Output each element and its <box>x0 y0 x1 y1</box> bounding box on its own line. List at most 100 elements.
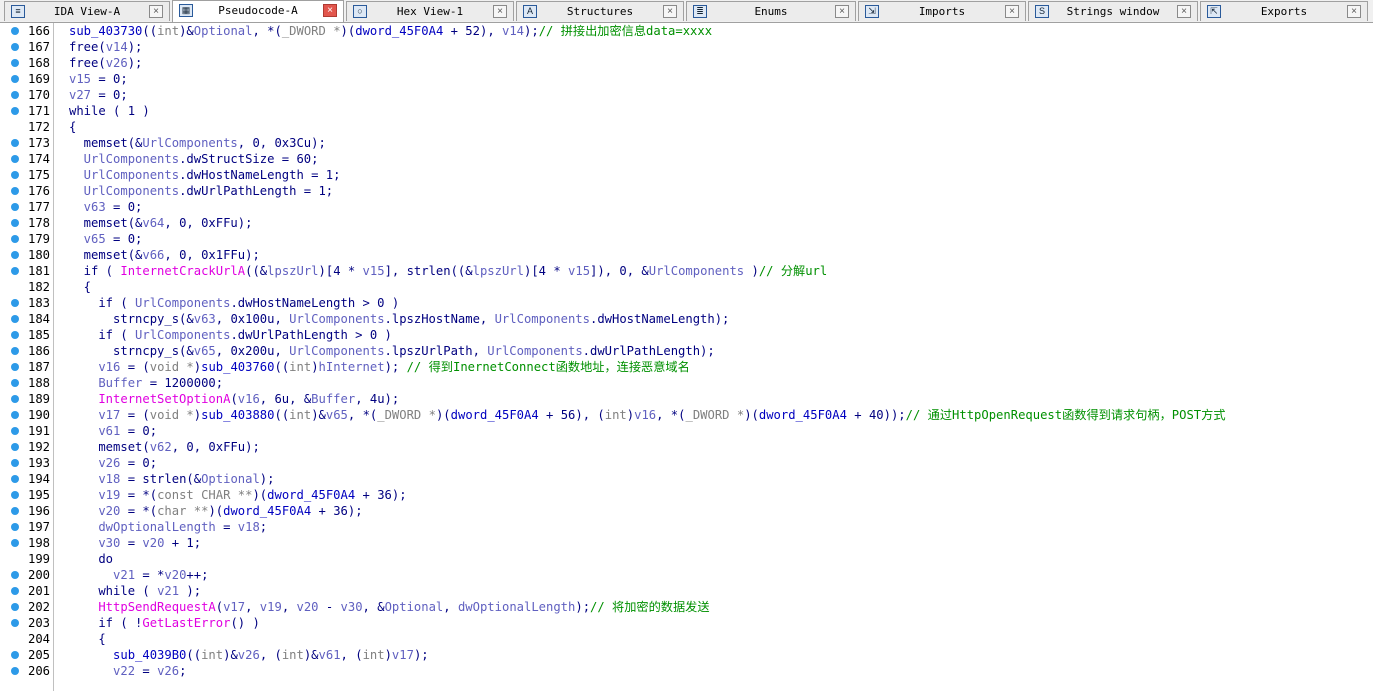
breakpoint-dot-icon[interactable] <box>11 363 19 371</box>
breakpoint-dot-icon[interactable] <box>11 43 19 51</box>
code-line[interactable]: 202 HttpSendRequestA(v17, v19, v20 - v30… <box>0 599 1373 615</box>
code-line[interactable]: 184 strncpy_s(&v63, 0x100u, UrlComponent… <box>0 311 1373 327</box>
tab-hex-view-1[interactable]: ○ Hex View-1 × <box>346 1 514 21</box>
code-line[interactable]: 174 UrlComponents.dwStructSize = 60; <box>0 151 1373 167</box>
code-line[interactable]: 201 while ( v21 ); <box>0 583 1373 599</box>
tab-imports[interactable]: ⇲ Imports × <box>858 1 1026 21</box>
breakpoint-dot-icon[interactable] <box>11 155 19 163</box>
code-line[interactable]: 193 v26 = 0; <box>0 455 1373 471</box>
code-text[interactable]: v22 = v26; <box>69 663 186 679</box>
code-text[interactable]: v21 = *v20++; <box>69 567 208 583</box>
tab-exports[interactable]: ⇱ Exports × <box>1200 1 1368 21</box>
code-line[interactable]: 190 v17 = (void *)sub_403880((int)&v65, … <box>0 407 1373 423</box>
breakpoint-dot-icon[interactable] <box>11 379 19 387</box>
code-text[interactable]: UrlComponents.dwHostNameLength = 1; <box>69 167 341 183</box>
breakpoint-dot-icon[interactable] <box>11 459 19 467</box>
code-line[interactable]: 191 v61 = 0; <box>0 423 1373 439</box>
breakpoint-dot-icon[interactable] <box>11 315 19 323</box>
breakpoint-dot-icon[interactable] <box>11 443 19 451</box>
breakpoint-dot-icon[interactable] <box>11 395 19 403</box>
breakpoint-dot-icon[interactable] <box>11 347 19 355</box>
breakpoint-dot-icon[interactable] <box>11 251 19 259</box>
breakpoint-dot-icon[interactable] <box>11 187 19 195</box>
code-line[interactable]: 182 { <box>0 279 1373 295</box>
code-text[interactable]: if ( UrlComponents.dwUrlPathLength > 0 ) <box>69 327 392 343</box>
code-text[interactable]: v16 = (void *)sub_403760((int)hInternet)… <box>69 359 689 375</box>
code-text[interactable]: HttpSendRequestA(v17, v19, v20 - v30, &O… <box>69 599 709 615</box>
tab-ida-view-a[interactable]: ≡ IDA View-A × <box>4 1 170 21</box>
breakpoint-dot-icon[interactable] <box>11 507 19 515</box>
breakpoint-dot-icon[interactable] <box>11 267 19 275</box>
code-text[interactable]: memset(v62, 0, 0xFFu); <box>69 439 259 455</box>
code-text[interactable]: { <box>69 279 91 295</box>
code-line[interactable]: 203 if ( !GetLastError() ) <box>0 615 1373 631</box>
code-line[interactable]: 169 v15 = 0; <box>0 71 1373 87</box>
code-line[interactable]: 181 if ( InternetCrackUrlA((&lpszUrl)[4 … <box>0 263 1373 279</box>
breakpoint-dot-icon[interactable] <box>11 139 19 147</box>
code-line[interactable]: 189 InternetSetOptionA(v16, 6u, &Buffer,… <box>0 391 1373 407</box>
close-icon[interactable]: × <box>663 5 677 18</box>
code-line[interactable]: 172 { <box>0 119 1373 135</box>
breakpoint-dot-icon[interactable] <box>11 603 19 611</box>
breakpoint-dot-icon[interactable] <box>11 219 19 227</box>
code-line[interactable]: 188 Buffer = 1200000; <box>0 375 1373 391</box>
code-text[interactable]: strncpy_s(&v65, 0x200u, UrlComponents.lp… <box>69 343 715 359</box>
code-line[interactable]: 198 v30 = v20 + 1; <box>0 535 1373 551</box>
breakpoint-dot-icon[interactable] <box>11 491 19 499</box>
breakpoint-dot-icon[interactable] <box>11 171 19 179</box>
breakpoint-dot-icon[interactable] <box>11 299 19 307</box>
close-icon[interactable]: × <box>835 5 849 18</box>
code-line[interactable]: 166 sub_403730((int)&Optional, *(_DWORD *… <box>0 23 1373 39</box>
code-line[interactable]: 183 if ( UrlComponents.dwHostNameLength … <box>0 295 1373 311</box>
code-text[interactable]: memset(&v66, 0, 0x1FFu); <box>69 247 260 263</box>
tab-structures[interactable]: A Structures × <box>516 1 684 21</box>
code-line[interactable]: 205 sub_4039B0((int)&v26, (int)&v61, (in… <box>0 647 1373 663</box>
code-text[interactable]: free(v26); <box>69 55 142 71</box>
code-text[interactable]: memset(&UrlComponents, 0, 0x3Cu); <box>69 135 326 151</box>
breakpoint-dot-icon[interactable] <box>11 539 19 547</box>
code-text[interactable]: { <box>69 631 105 647</box>
code-text[interactable]: v27 = 0; <box>69 87 128 103</box>
code-line[interactable]: 196 v20 = *(char **)(dword_45F0A4 + 36); <box>0 503 1373 519</box>
breakpoint-dot-icon[interactable] <box>11 203 19 211</box>
code-text[interactable]: v26 = 0; <box>69 455 157 471</box>
breakpoint-dot-icon[interactable] <box>11 91 19 99</box>
close-icon[interactable]: × <box>149 5 163 18</box>
breakpoint-dot-icon[interactable] <box>11 523 19 531</box>
code-text[interactable]: Buffer = 1200000; <box>69 375 223 391</box>
code-line[interactable]: 186 strncpy_s(&v65, 0x200u, UrlComponent… <box>0 343 1373 359</box>
code-text[interactable]: v20 = *(char **)(dword_45F0A4 + 36); <box>69 503 362 519</box>
code-text[interactable]: v18 = strlen(&Optional); <box>69 471 274 487</box>
code-line[interactable]: 168 free(v26); <box>0 55 1373 71</box>
close-icon[interactable]: × <box>1005 5 1019 18</box>
breakpoint-dot-icon[interactable] <box>11 411 19 419</box>
code-text[interactable]: sub_4039B0((int)&v26, (int)&v61, (int)v1… <box>69 647 429 663</box>
code-line[interactable]: 180 memset(&v66, 0, 0x1FFu); <box>0 247 1373 263</box>
tab-pseudocode-a[interactable]: ▦ Pseudocode-A × <box>172 0 344 22</box>
code-text[interactable]: v15 = 0; <box>69 71 128 87</box>
code-line[interactable]: 206 v22 = v26; <box>0 663 1373 679</box>
breakpoint-dot-icon[interactable] <box>11 75 19 83</box>
code-line[interactable]: 199 do <box>0 551 1373 567</box>
breakpoint-dot-icon[interactable] <box>11 571 19 579</box>
close-icon[interactable]: × <box>323 4 337 17</box>
breakpoint-dot-icon[interactable] <box>11 427 19 435</box>
code-text[interactable]: strncpy_s(&v63, 0x100u, UrlComponents.lp… <box>69 311 729 327</box>
code-text[interactable]: free(v14); <box>69 39 142 55</box>
pseudocode-view[interactable]: 166 sub_403730((int)&Optional, *(_DWORD *… <box>0 23 1373 691</box>
code-line[interactable]: 175 UrlComponents.dwHostNameLength = 1; <box>0 167 1373 183</box>
code-line[interactable]: 200 v21 = *v20++; <box>0 567 1373 583</box>
breakpoint-dot-icon[interactable] <box>11 475 19 483</box>
breakpoint-dot-icon[interactable] <box>11 235 19 243</box>
code-line[interactable]: 171 while ( 1 ) <box>0 103 1373 119</box>
breakpoint-dot-icon[interactable] <box>11 27 19 35</box>
code-line[interactable]: 177 v63 = 0; <box>0 199 1373 215</box>
code-text[interactable]: v30 = v20 + 1; <box>69 535 201 551</box>
code-text[interactable]: v19 = *(const CHAR **)(dword_45F0A4 + 36… <box>69 487 406 503</box>
code-text[interactable]: if ( !GetLastError() ) <box>69 615 259 631</box>
code-text[interactable]: dwOptionalLength = v18; <box>69 519 267 535</box>
breakpoint-dot-icon[interactable] <box>11 107 19 115</box>
code-line[interactable]: 195 v19 = *(const CHAR **)(dword_45F0A4 … <box>0 487 1373 503</box>
code-text[interactable]: UrlComponents.dwStructSize = 60; <box>69 151 319 167</box>
code-text[interactable]: memset(&v64, 0, 0xFFu); <box>69 215 253 231</box>
